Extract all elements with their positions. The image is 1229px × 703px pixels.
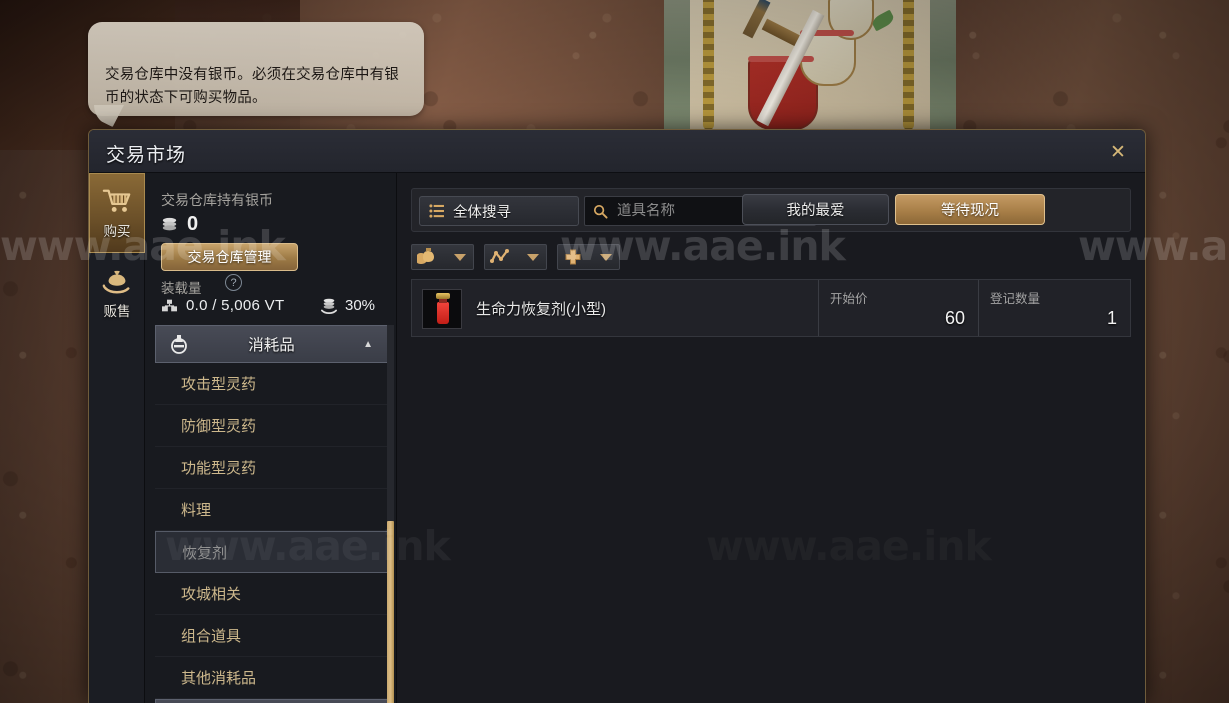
silver-coin-stack-icon (162, 217, 177, 231)
category-item-label: 功能型灵药 (181, 460, 257, 477)
page-title: 交易市场 (106, 145, 187, 166)
tab-sell[interactable]: 贩售 (89, 253, 145, 333)
percent-value: 30% (345, 297, 376, 314)
category-item-label: 攻城相关 (181, 586, 242, 603)
filter-plus-dropdown[interactable] (557, 244, 620, 270)
filter-money-dropdown[interactable] (411, 244, 474, 270)
capacity-value: 0.0 / 5,006 VT (186, 297, 285, 314)
help-icon[interactable]: ? (225, 274, 242, 291)
column-start-price: 开始价 60 (818, 280, 978, 336)
filter-row (411, 244, 620, 270)
tab-buy-label: 购买 (103, 224, 131, 239)
category-item-label: 其他消耗品 (181, 670, 257, 687)
potion-body (437, 302, 449, 324)
mode-tab-rail: 购买 贩售 (89, 173, 145, 703)
weight-crate-icon (162, 299, 177, 312)
category-item[interactable]: 防御型灵药 (155, 405, 388, 447)
category-item-label: 防御型灵药 (181, 418, 257, 435)
category-list: 消耗品 ▲ 攻击型灵药 防御型灵药 功能型灵药 料理 恢复剂 攻城相关 组合道具… (145, 325, 396, 703)
category-item-label: 组合道具 (181, 628, 242, 645)
category-item-label: 恢复剂 (182, 544, 228, 562)
item-list: 生命力恢复剂(小型) 开始价 60 登记数量 1 (411, 279, 1131, 337)
money-pouch-hand-icon (102, 270, 130, 294)
chevron-down-icon (600, 253, 612, 261)
wallet-amount-row: 0 (161, 213, 199, 236)
category-item-label: 攻击型灵药 (181, 376, 257, 393)
cell-price: 60 (944, 308, 965, 328)
category-group-header-next[interactable] (155, 699, 388, 703)
money-bags-icon (417, 248, 434, 264)
search-scope-button[interactable]: 全体搜寻 (419, 196, 579, 226)
capacity-row: 0.0 / 5,006 VT (161, 297, 284, 314)
category-item[interactable]: 料理 (155, 489, 388, 531)
search-icon (593, 204, 608, 219)
market-main-panel: 全体搜寻 我的最爱 等待现况 (397, 173, 1145, 703)
filter-chart-dropdown[interactable] (484, 244, 547, 270)
column-header-count: 登记数量 (990, 292, 1041, 306)
scrollbar-thumb[interactable] (387, 521, 394, 703)
category-item[interactable]: 其他消耗品 (155, 657, 388, 699)
warehouse-manage-button[interactable]: 交易仓库管理 (161, 243, 298, 271)
search-toolbar: 全体搜寻 我的最爱 等待现况 (411, 188, 1131, 232)
shopping-cart-icon (102, 189, 131, 212)
window-titlebar: 交易市场 ✕ (89, 130, 1145, 173)
category-item-label: 料理 (181, 502, 212, 519)
price-chart-icon (490, 249, 509, 263)
column-registered-count: 登记数量 1 (978, 280, 1130, 336)
chevron-down-icon (527, 253, 539, 261)
potion-cap (436, 293, 450, 299)
chevron-down-icon (454, 253, 466, 261)
percent-row: 30% (320, 297, 375, 314)
close-icon[interactable]: ✕ (1105, 139, 1131, 165)
category-item[interactable]: 攻击型灵药 (155, 363, 388, 405)
waiting-status-button[interactable]: 等待现况 (895, 194, 1045, 225)
tab-sell-label: 贩售 (103, 304, 131, 319)
capacity-label: 装载量 (161, 281, 202, 296)
column-header-price: 开始价 (830, 292, 868, 306)
left-info-column: 交易仓库持有银币 0 交易仓库管理 装载量 ? 0.0 / 5,006 VT 3… (145, 173, 397, 703)
wallet-amount: 0 (187, 213, 199, 235)
red-potion-icon (422, 289, 462, 329)
list-icon (429, 204, 444, 218)
tab-buy[interactable]: 购买 (89, 173, 145, 253)
category-item[interactable]: 功能型灵药 (155, 447, 388, 489)
category-item-selected[interactable]: 恢复剂 (155, 531, 388, 573)
category-group-header[interactable]: 消耗品 ▲ (155, 325, 388, 363)
item-name: 生命力恢复剂(小型) (476, 300, 606, 318)
window-body: 购买 贩售 交易仓库持有银币 0 交易仓库管理 装载量 ? 0.0 / 5,00… (89, 173, 1145, 703)
coin-on-hand-icon (321, 298, 337, 314)
table-row[interactable]: 生命力恢复剂(小型) 开始价 60 登记数量 1 (411, 279, 1131, 337)
warning-tooltip: 交易仓库中没有银币。必须在交易仓库中有银币的状态下可购买物品。 (88, 22, 424, 127)
trade-market-window: 交易市场 ✕ 购买 贩售 交易仓库持有银币 0 交易仓库管理 装载量 ? 0.0… (88, 129, 1146, 703)
favorites-button[interactable]: 我的最爱 (742, 194, 889, 225)
category-item[interactable]: 攻城相关 (155, 573, 388, 615)
wallet-label: 交易仓库持有银币 (161, 192, 273, 208)
category-group-label: 消耗品 (248, 337, 295, 354)
tooltip-text: 交易仓库中没有银币。必须在交易仓库中有银币的状态下可购买物品。 (105, 67, 399, 106)
plus-cross-icon (565, 249, 581, 265)
category-item[interactable]: 组合道具 (155, 615, 388, 657)
category-scrollbar[interactable] (387, 325, 394, 703)
cell-count: 1 (1106, 308, 1117, 328)
chevron-up-icon: ▲ (363, 338, 373, 350)
search-scope-label: 全体搜寻 (453, 204, 511, 221)
